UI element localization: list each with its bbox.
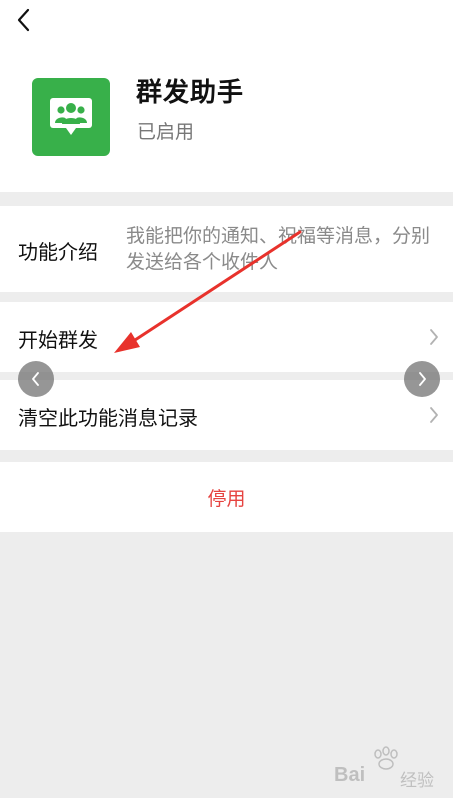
clear-records-row[interactable]: 清空此功能消息记录 <box>0 380 453 450</box>
intro-label: 功能介绍 <box>18 240 98 264</box>
baidu-watermark: Bai 经验 <box>334 744 446 792</box>
start-broadcast-row[interactable]: 开始群发 <box>0 302 453 372</box>
next-arrow-button[interactable] <box>404 361 440 397</box>
app-status: 已启用 <box>137 121 195 143</box>
disable-card: 停用 <box>0 462 453 532</box>
watermark-suffix: 经验 <box>400 771 434 791</box>
chevron-right-icon <box>419 372 426 386</box>
chevron-left-icon <box>17 8 30 32</box>
intro-text: 我能把你的通知、祝福等消息，分别发送给各个收件人 <box>126 225 431 273</box>
prev-arrow-button[interactable] <box>18 361 54 397</box>
app-icon <box>32 78 110 156</box>
chevron-left-icon <box>32 372 39 386</box>
app-name: 群发助手 <box>136 78 245 108</box>
chevron-right-icon <box>427 404 441 426</box>
intro-row: 功能介绍 我能把你的通知、祝福等消息，分别发送给各个收件人 <box>0 206 453 292</box>
back-button[interactable] <box>10 6 38 34</box>
app-header: 群发助手 已启用 <box>0 44 453 192</box>
clear-records-label: 清空此功能消息记录 <box>18 406 198 430</box>
start-broadcast-label: 开始群发 <box>18 328 98 352</box>
chevron-right-icon <box>427 326 441 348</box>
disable-button[interactable]: 停用 <box>0 462 453 532</box>
watermark-brand: Bai <box>334 764 366 786</box>
top-bar <box>0 0 453 44</box>
group-people-icon <box>50 98 92 135</box>
